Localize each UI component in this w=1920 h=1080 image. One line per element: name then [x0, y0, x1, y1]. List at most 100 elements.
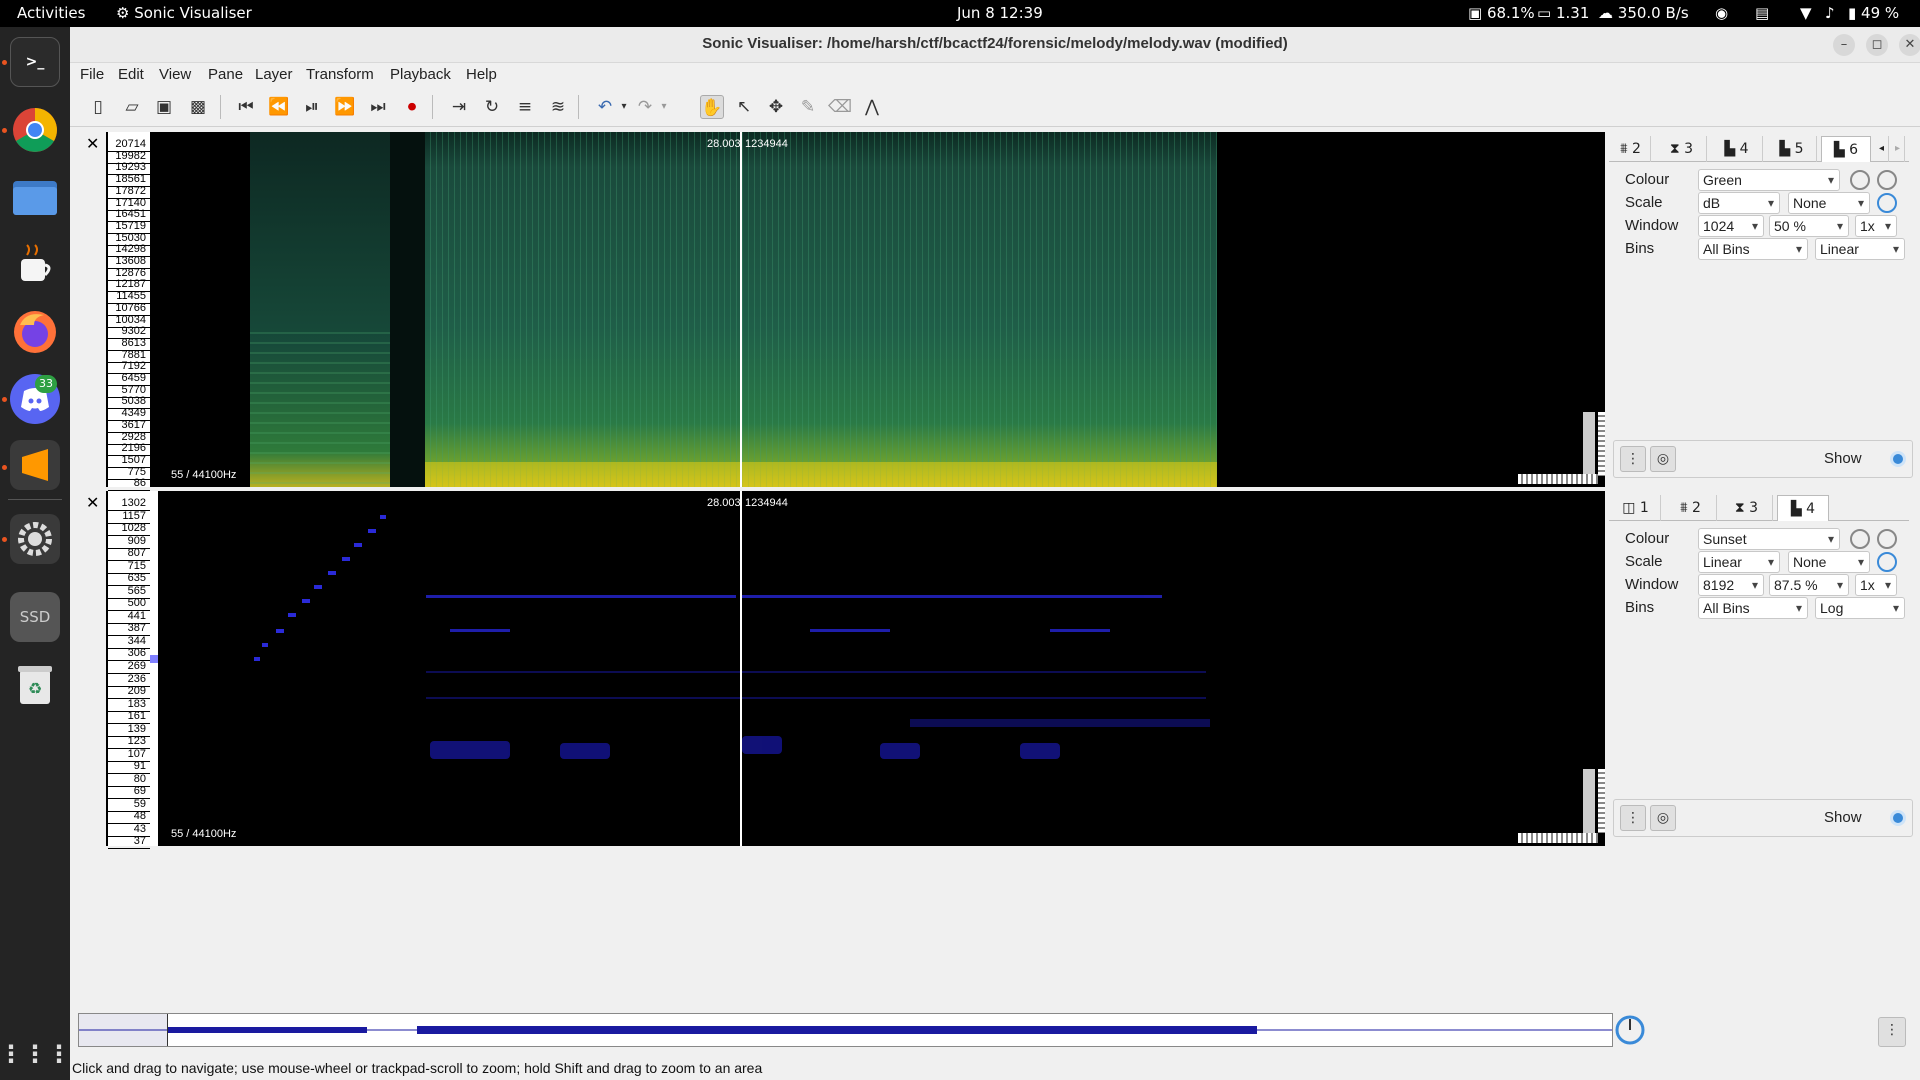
tab-layer-3[interactable]: ⧗ 3	[1721, 495, 1773, 521]
fast-forward-icon[interactable]: ⏩	[333, 95, 357, 119]
show-toggle[interactable]	[1890, 810, 1906, 826]
normalize-select[interactable]: None	[1788, 551, 1870, 573]
measure-tool-icon[interactable]: ⋀	[860, 95, 884, 119]
tab-layer-3[interactable]: ⧗ 3	[1657, 136, 1707, 162]
colour-select[interactable]: Sunset	[1698, 528, 1840, 550]
record-icon[interactable]: ⏺	[400, 95, 424, 119]
tab-layer-1[interactable]: ◫ 1	[1611, 495, 1661, 521]
java-icon[interactable]	[10, 240, 60, 290]
discord-tray-icon[interactable]: ◉	[1715, 4, 1728, 22]
select-tool-icon[interactable]: ↖	[732, 95, 756, 119]
overview-play-icon[interactable]: ⋮	[1878, 1017, 1906, 1047]
spectrogram-view[interactable]: 28.003 1234944	[250, 491, 1437, 846]
tab-layer-2[interactable]: ⩩ 2	[1611, 136, 1651, 162]
vertical-zoom-thumb[interactable]	[1583, 769, 1595, 833]
colour-rotate-knob[interactable]	[1850, 529, 1870, 549]
menu-playback[interactable]: Playback	[390, 66, 451, 83]
volume-icon[interactable]: ♪	[1825, 4, 1835, 22]
menu-layer[interactable]: Layer	[255, 66, 293, 83]
scale-select[interactable]: dB	[1698, 192, 1780, 214]
play-pause-icon[interactable]: ⏯	[300, 95, 324, 119]
sonic-visualiser-icon[interactable]	[10, 514, 60, 564]
menu-transform[interactable]: Transform	[306, 66, 374, 83]
sublime-text-icon[interactable]	[10, 440, 60, 490]
cpu-indicator[interactable]: ▣ 68.1%	[1468, 4, 1535, 22]
colour-select[interactable]: Green	[1698, 169, 1840, 191]
move-tool-icon[interactable]: ✥	[764, 95, 788, 119]
rewind-start-icon[interactable]: ⏮	[234, 95, 258, 119]
draw-tool-icon[interactable]: ✎	[796, 95, 820, 119]
load-indicator[interactable]: ▭ 1.31	[1537, 4, 1589, 22]
maximize-button[interactable]: ◻	[1866, 34, 1888, 56]
layer-gain-icon[interactable]: ◎	[1650, 446, 1676, 472]
clock[interactable]: Jun 8 12:39	[957, 4, 1043, 22]
files-icon[interactable]	[10, 172, 60, 222]
menu-view[interactable]: View	[159, 66, 191, 83]
playback-speed-dial[interactable]	[1615, 1013, 1645, 1047]
clipboard-icon[interactable]: ▤	[1755, 4, 1769, 22]
overview-waveform[interactable]	[78, 1013, 1613, 1047]
threshold-knob[interactable]	[1877, 529, 1897, 549]
speedup-icon[interactable]: ≋	[546, 95, 570, 119]
tab-scroll-left-icon[interactable]: ◂	[1875, 136, 1889, 162]
tab-layer-5[interactable]: ▙ 5	[1767, 136, 1817, 162]
redo-menu-chevron-down-icon[interactable]: ▾	[652, 95, 676, 119]
tab-layer-4[interactable]: ▙ 4	[1711, 136, 1763, 162]
menu-edit[interactable]: Edit	[118, 66, 144, 83]
minimize-button[interactable]: –	[1833, 34, 1855, 56]
close-pane-icon[interactable]: ✕	[86, 493, 99, 512]
spectrogram-view[interactable]: 28.003 1234944	[250, 132, 1437, 487]
bins-select[interactable]: All Bins	[1698, 238, 1808, 260]
navigate-tool-icon[interactable]: ✋	[700, 95, 724, 119]
ssd-drive-icon[interactable]: SSD	[10, 592, 60, 642]
show-toggle[interactable]	[1890, 451, 1906, 467]
tab-layer-2[interactable]: ⩩ 2	[1665, 495, 1717, 521]
solo-icon[interactable]: ≡	[513, 95, 537, 119]
horizontal-zoom-slider[interactable]	[1518, 833, 1598, 843]
wifi-icon[interactable]: ▼	[1800, 4, 1812, 22]
tab-scroll-right-icon[interactable]: ▸	[1891, 136, 1905, 162]
new-file-icon[interactable]: ▯	[86, 95, 110, 119]
title-bar[interactable]: Sonic Visualiser: /home/harsh/ctf/bcactf…	[70, 27, 1920, 63]
horizontal-zoom-slider[interactable]	[1518, 474, 1598, 484]
app-menu[interactable]: ⚙ Sonic Visualiser	[116, 4, 252, 22]
window-size-select[interactable]: 8192	[1698, 574, 1764, 596]
layer-play-icon[interactable]: ⋮	[1620, 446, 1646, 472]
window-size-select[interactable]: 1024	[1698, 215, 1764, 237]
terminal-icon[interactable]: >_	[10, 37, 60, 87]
oversampling-select[interactable]: 1x	[1855, 215, 1897, 237]
threshold-knob[interactable]	[1877, 170, 1897, 190]
menu-pane[interactable]: Pane	[208, 66, 243, 83]
window-overlap-select[interactable]: 87.5 %	[1769, 574, 1849, 596]
layer-play-icon[interactable]: ⋮	[1620, 805, 1646, 831]
bins-select[interactable]: All Bins	[1698, 597, 1808, 619]
erase-tool-icon[interactable]: ⌫	[828, 95, 852, 119]
gain-knob[interactable]	[1877, 193, 1897, 213]
scale-select[interactable]: Linear	[1698, 551, 1780, 573]
battery-indicator[interactable]: ▮ 49 %	[1848, 4, 1899, 22]
tab-layer-4[interactable]: ▙ 4	[1777, 495, 1829, 521]
rewind-icon[interactable]: ⏪	[267, 95, 291, 119]
trash-icon[interactable]: ♻	[10, 659, 60, 709]
fast-forward-end-icon[interactable]: ⏭	[366, 95, 390, 119]
vertical-zoom-thumb[interactable]	[1583, 412, 1595, 476]
save-icon[interactable]: ▣	[152, 95, 176, 119]
bin-scale-select[interactable]: Linear	[1815, 238, 1905, 260]
gain-knob[interactable]	[1877, 552, 1897, 572]
save-as-icon[interactable]: ▩	[186, 95, 210, 119]
menu-file[interactable]: File	[80, 66, 104, 83]
activities-button[interactable]: Activities	[17, 4, 85, 22]
spectrogram-pane-1[interactable]: ✕ 20714 19982 19293 18561 17872 17140 16451 157…	[78, 132, 1613, 492]
tab-layer-6[interactable]: ▙ 6	[1821, 136, 1871, 162]
normalize-select[interactable]: None	[1788, 192, 1870, 214]
close-pane-icon[interactable]: ✕	[86, 134, 99, 153]
colour-rotate-knob[interactable]	[1850, 170, 1870, 190]
layer-gain-icon[interactable]: ◎	[1650, 805, 1676, 831]
spectrogram-pane-2[interactable]: ✕ 1302 1157 1028 909 807 715 635 565 500 441 387 34…	[78, 491, 1613, 850]
menu-help[interactable]: Help	[466, 66, 497, 83]
play-selection-icon[interactable]: ⇥	[447, 95, 471, 119]
open-file-icon[interactable]: ▱	[120, 95, 144, 119]
chrome-icon[interactable]	[10, 105, 60, 155]
show-apps-icon[interactable]: ⋮⋮⋮	[0, 1029, 71, 1079]
net-indicator[interactable]: ☁ 350.0 B/s	[1598, 4, 1689, 22]
